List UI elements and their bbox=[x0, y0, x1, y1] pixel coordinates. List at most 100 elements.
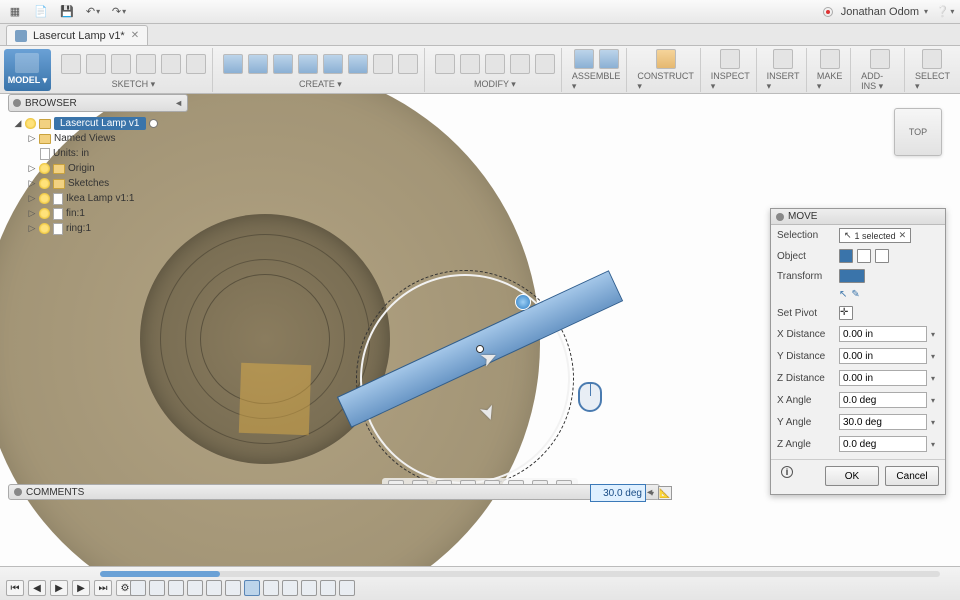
expander-icon[interactable]: ▷ bbox=[28, 163, 36, 174]
x-angle-input[interactable] bbox=[839, 392, 927, 408]
rib-icon[interactable] bbox=[323, 54, 343, 74]
timeline-end-icon[interactable]: ⏭ bbox=[94, 580, 112, 596]
sweep-icon[interactable] bbox=[273, 54, 293, 74]
thread-icon[interactable] bbox=[373, 54, 393, 74]
ribbon-label[interactable]: MODIFY ▾ bbox=[474, 79, 516, 90]
addins-icon[interactable] bbox=[870, 49, 890, 69]
ribbon-label[interactable]: MAKE ▾ bbox=[817, 71, 844, 92]
tree-root[interactable]: ◢ Lasercut Lamp v1 bbox=[10, 116, 188, 131]
shell-icon[interactable] bbox=[510, 54, 530, 74]
visibility-bulb-icon[interactable] bbox=[39, 208, 50, 219]
chevron-down-icon[interactable]: ▾ bbox=[931, 418, 935, 427]
joint-icon[interactable] bbox=[574, 49, 594, 69]
view-cube[interactable]: TOP bbox=[894, 108, 942, 156]
timeline-next-icon[interactable]: ▶ bbox=[72, 580, 90, 596]
set-pivot-icon[interactable]: ✛ bbox=[839, 306, 853, 320]
expander-icon[interactable]: ◢ bbox=[14, 118, 22, 129]
redo-icon[interactable]: ↷▾ bbox=[110, 3, 128, 21]
tree-item[interactable]: ▷fin:1 bbox=[10, 206, 188, 221]
panel-grip-icon[interactable] bbox=[776, 213, 784, 221]
timeline-feature[interactable] bbox=[168, 580, 184, 596]
workspace-switcher[interactable]: MODEL ▾ bbox=[4, 49, 51, 91]
comments-panel-header[interactable]: COMMENTS ◄ bbox=[8, 484, 660, 500]
expander-icon[interactable]: ▷ bbox=[28, 208, 36, 219]
expander-icon[interactable]: ▷ bbox=[28, 193, 36, 204]
presspull-icon[interactable] bbox=[435, 54, 455, 74]
timeline-start-icon[interactable]: ⏮ bbox=[6, 580, 24, 596]
timeline-feature[interactable] bbox=[244, 580, 260, 596]
sketch-rect-icon[interactable] bbox=[111, 54, 131, 74]
selection-button[interactable]: ↖ 1 selected ✕ bbox=[839, 228, 911, 243]
document-tab-active[interactable]: Lasercut Lamp v1* ✕ bbox=[6, 25, 148, 45]
chevron-down-icon[interactable]: ▾ bbox=[650, 489, 654, 498]
revolve-icon[interactable] bbox=[248, 54, 268, 74]
measure-tool-icon[interactable]: 📐 bbox=[658, 486, 672, 500]
cancel-button[interactable]: Cancel bbox=[885, 466, 939, 486]
object-body-icon[interactable] bbox=[839, 249, 853, 263]
record-icon[interactable] bbox=[823, 7, 833, 17]
fillet-icon[interactable] bbox=[460, 54, 480, 74]
undo-icon[interactable]: ↶▾ bbox=[84, 3, 102, 21]
chevron-down-icon[interactable]: ▾ bbox=[931, 352, 935, 361]
expander-icon[interactable]: ▷ bbox=[28, 133, 36, 144]
tree-item[interactable]: ▷ring:1 bbox=[10, 221, 188, 236]
rotation-grip-icon[interactable] bbox=[515, 294, 531, 310]
new-file-icon[interactable]: 📄 bbox=[32, 3, 50, 21]
timeline-feature[interactable] bbox=[187, 580, 203, 596]
tree-item[interactable]: ▷Sketches bbox=[10, 176, 188, 191]
sketch-arc-icon[interactable] bbox=[161, 54, 181, 74]
expander-icon[interactable]: ▷ bbox=[28, 178, 36, 189]
ribbon-label[interactable]: CREATE ▾ bbox=[299, 79, 342, 90]
y-distance-input[interactable] bbox=[839, 348, 927, 364]
ribbon-label[interactable]: ASSEMBLE ▾ bbox=[572, 71, 621, 92]
insert-icon[interactable] bbox=[773, 49, 793, 69]
visibility-bulb-icon[interactable] bbox=[25, 118, 36, 129]
timeline-feature[interactable] bbox=[225, 580, 241, 596]
chevron-down-icon[interactable]: ▾ bbox=[931, 330, 935, 339]
visibility-bulb-icon[interactable] bbox=[39, 193, 50, 204]
sketch-spline-icon[interactable] bbox=[186, 54, 206, 74]
measure-icon[interactable] bbox=[720, 49, 740, 69]
timeline-play-icon[interactable]: ▶ bbox=[50, 580, 68, 596]
sketch-line-icon[interactable] bbox=[86, 54, 106, 74]
arrow-cursor-icon[interactable]: ↖ bbox=[839, 289, 847, 300]
clear-selection-icon[interactable]: ✕ bbox=[899, 230, 907, 241]
browser-header[interactable]: BROWSER ◄ bbox=[8, 94, 188, 112]
chevron-down-icon[interactable]: ▾ bbox=[931, 440, 935, 449]
ribbon-label[interactable]: ADD-INS ▾ bbox=[861, 71, 898, 92]
apps-grid-icon[interactable]: ▦ bbox=[6, 3, 24, 21]
help-icon[interactable]: ❔▾ bbox=[936, 3, 954, 21]
object-component-icon[interactable] bbox=[857, 249, 871, 263]
tree-item[interactable]: Units: in bbox=[10, 146, 188, 161]
timeline-feature[interactable] bbox=[206, 580, 222, 596]
combine-icon[interactable] bbox=[535, 54, 555, 74]
chamfer-icon[interactable] bbox=[485, 54, 505, 74]
sketch-create-icon[interactable] bbox=[61, 54, 81, 74]
loft-icon[interactable] bbox=[298, 54, 318, 74]
timeline-track[interactable] bbox=[100, 571, 940, 577]
timeline-feature[interactable] bbox=[149, 580, 165, 596]
asbuilt-joint-icon[interactable] bbox=[599, 49, 619, 69]
ribbon-label[interactable]: SKETCH ▾ bbox=[112, 79, 156, 90]
activate-radio-icon[interactable] bbox=[149, 119, 158, 128]
collapse-icon[interactable]: ◄ bbox=[174, 98, 183, 108]
timeline-prev-icon[interactable]: ◀ bbox=[28, 580, 46, 596]
ribbon-label[interactable]: CONSTRUCT ▾ bbox=[637, 71, 693, 92]
user-menu[interactable]: Jonathan Odom ▾ bbox=[841, 6, 928, 18]
tree-item[interactable]: ▷Ikea Lamp v1:1 bbox=[10, 191, 188, 206]
timeline-feature[interactable] bbox=[320, 580, 336, 596]
ribbon-label[interactable]: INSERT ▾ bbox=[767, 71, 800, 92]
timeline-feature[interactable] bbox=[130, 580, 146, 596]
visibility-bulb-icon[interactable] bbox=[39, 163, 50, 174]
timeline-feature[interactable] bbox=[301, 580, 317, 596]
save-icon[interactable]: 💾 bbox=[58, 3, 76, 21]
y-angle-input[interactable] bbox=[839, 414, 927, 430]
inline-angle-field[interactable] bbox=[590, 484, 646, 502]
ribbon-label[interactable]: INSPECT ▾ bbox=[711, 71, 750, 92]
chevron-down-icon[interactable]: ▾ bbox=[931, 374, 935, 383]
transform-free-icon[interactable] bbox=[839, 269, 865, 283]
panel-grip-icon[interactable] bbox=[13, 99, 21, 107]
chevron-down-icon[interactable]: ▾ bbox=[931, 396, 935, 405]
ribbon-label[interactable]: SELECT ▾ bbox=[915, 71, 950, 92]
z-distance-input[interactable] bbox=[839, 370, 927, 386]
